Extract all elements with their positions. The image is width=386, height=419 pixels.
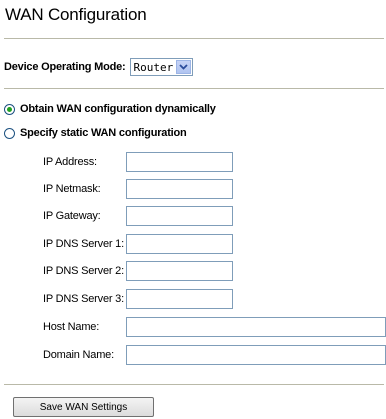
ip-gateway-input[interactable]: [126, 206, 233, 226]
dns1-row: IP DNS Server 1:: [43, 234, 233, 254]
dynamic-radio[interactable]: [4, 103, 15, 115]
ip-netmask-input[interactable]: [126, 179, 233, 199]
operating-mode-value: Router: [133, 60, 174, 74]
ip-address-row: IP Address:: [43, 152, 233, 172]
dynamic-radio-label: Obtain WAN configuration dynamically: [20, 103, 216, 115]
dynamic-option-row[interactable]: Obtain WAN configuration dynamically: [4, 103, 216, 115]
dns2-row: IP DNS Server 2:: [43, 261, 233, 281]
dns1-input[interactable]: [126, 234, 233, 254]
host-name-input[interactable]: [126, 317, 386, 337]
operating-mode-row: Device Operating Mode: Router: [4, 58, 193, 76]
save-wan-settings-button[interactable]: Save WAN Settings: [13, 397, 154, 417]
footer-divider: [4, 384, 384, 385]
dns2-input[interactable]: [126, 261, 233, 281]
domain-name-input[interactable]: [126, 345, 386, 365]
dns3-label: IP DNS Server 3:: [43, 293, 124, 305]
mode-divider: [4, 88, 384, 89]
ip-gateway-row: IP Gateway:: [43, 206, 233, 226]
static-radio[interactable]: [4, 127, 15, 139]
ip-netmask-label: IP Netmask:: [43, 183, 101, 195]
ip-netmask-row: IP Netmask:: [43, 179, 233, 199]
dns3-row: IP DNS Server 3:: [43, 289, 233, 309]
dns2-label: IP DNS Server 2:: [43, 265, 124, 277]
domain-name-label: Domain Name:: [43, 349, 114, 361]
dns3-input[interactable]: [126, 289, 233, 309]
dns1-label: IP DNS Server 1:: [43, 238, 124, 250]
title-divider: [4, 38, 384, 39]
operating-mode-select[interactable]: Router: [129, 58, 193, 76]
ip-address-label: IP Address:: [43, 156, 97, 168]
static-radio-label: Specify static WAN configuration: [20, 127, 187, 139]
operating-mode-label: Device Operating Mode:: [4, 61, 126, 73]
host-name-label: Host Name:: [43, 321, 100, 333]
static-option-row[interactable]: Specify static WAN configuration: [4, 127, 187, 139]
page-title: WAN Configuration: [5, 5, 147, 24]
ip-address-input[interactable]: [126, 152, 233, 172]
domain-name-row: Domain Name:: [43, 345, 386, 365]
ip-gateway-label: IP Gateway:: [43, 210, 101, 222]
chevron-down-icon[interactable]: [175, 60, 191, 74]
host-name-row: Host Name:: [43, 317, 386, 337]
